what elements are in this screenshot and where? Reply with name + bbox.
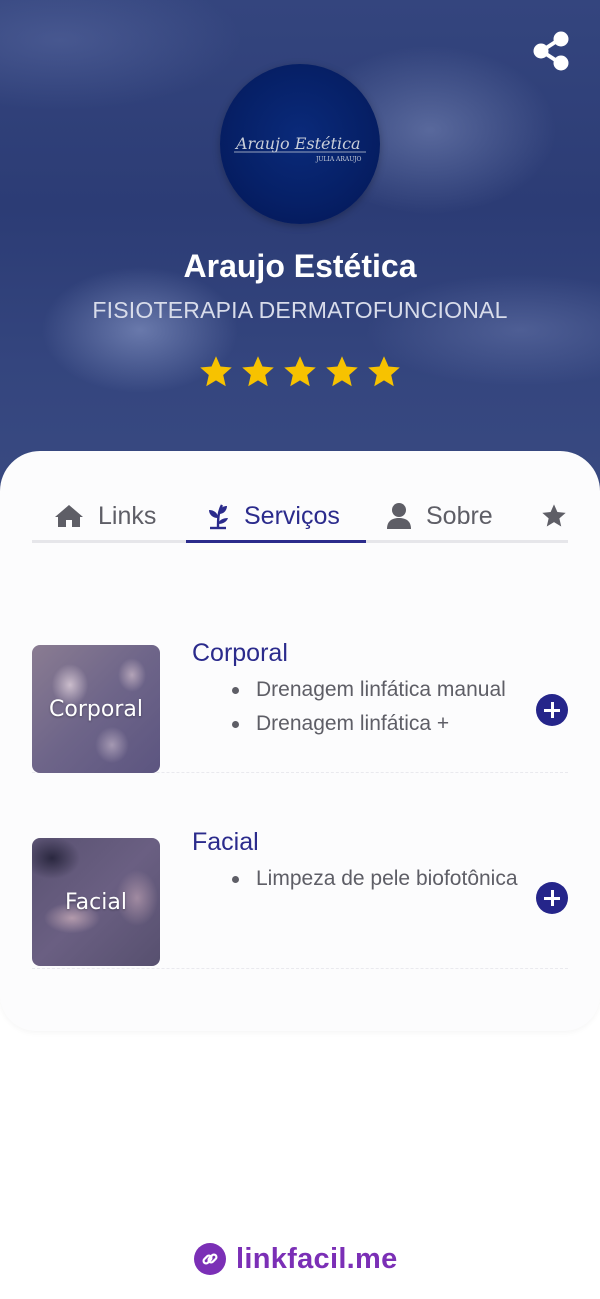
brand-logo: Araujo Estética JULIA ARAUJO xyxy=(234,134,366,163)
content-card: Links Serviços Sobre Corporal Corporal D… xyxy=(0,451,600,1031)
expand-button[interactable] xyxy=(536,882,568,914)
svg-text:JULIA ARAUJO: JULIA ARAUJO xyxy=(315,156,362,163)
service-list-item: Limpeza de pele biofotônica xyxy=(232,862,532,896)
chain-link-icon xyxy=(202,1253,218,1265)
expand-button[interactable] xyxy=(536,694,568,726)
service-thumbnail[interactable]: Facial xyxy=(32,838,160,966)
thumbnail-label: Facial xyxy=(65,889,127,915)
service-title: Corporal xyxy=(192,639,288,667)
share-button[interactable] xyxy=(531,30,573,72)
active-tab-indicator xyxy=(186,540,366,543)
leaf-icon xyxy=(209,504,228,530)
service-list-item: Drenagem linfática + xyxy=(232,707,532,741)
rating-star-icon xyxy=(284,356,316,387)
star-icon xyxy=(542,504,566,527)
hero-banner: Araujo Estética JULIA ARAUJO Araujo Esté… xyxy=(0,0,600,520)
tab-label: Sobre xyxy=(426,501,493,530)
service-list: Drenagem linfática manual Drenagem linfá… xyxy=(232,673,532,741)
link-icon xyxy=(194,1243,226,1275)
tab-reviews[interactable] xyxy=(540,491,582,541)
rating-star-icon xyxy=(200,356,232,387)
service-item: Corporal Corporal Drenagem linfática man… xyxy=(32,613,568,773)
tab-links[interactable]: Links xyxy=(54,491,156,541)
service-title: Facial xyxy=(192,828,259,856)
tab-label: Serviços xyxy=(244,501,340,530)
footer-brand: linkfacil.me xyxy=(236,1242,398,1275)
footer-brand-link[interactable]: linkfacil.me xyxy=(194,1241,398,1277)
user-icon xyxy=(387,503,411,529)
tab-label: Links xyxy=(98,501,157,530)
avatar: Araujo Estética JULIA ARAUJO xyxy=(220,64,380,224)
svg-text:Araujo Estética: Araujo Estética xyxy=(234,134,361,153)
rating-star-icon xyxy=(242,356,274,387)
page: Araujo Estética JULIA ARAUJO Araujo Esté… xyxy=(0,0,600,1299)
profile-subtitle: FISIOTERAPIA DERMATOFUNCIONAL xyxy=(92,297,508,323)
rating-star-icon xyxy=(326,356,358,387)
service-thumbnail[interactable]: Corporal xyxy=(32,645,160,773)
service-list-item: Drenagem linfática manual xyxy=(232,673,532,707)
tab-sobre[interactable]: Sobre xyxy=(386,491,493,541)
service-list: Limpeza de pele biofotônica xyxy=(232,862,532,896)
thumbnail-label: Corporal xyxy=(49,696,143,722)
share-icon xyxy=(533,31,569,71)
service-item: Facial Facial Limpeza de pele biofotônic… xyxy=(32,807,568,969)
home-icon xyxy=(55,505,83,527)
rating-stars xyxy=(198,354,402,390)
tab-servicos[interactable]: Serviços xyxy=(206,491,340,541)
tab-bar: Links Serviços Sobre xyxy=(32,491,568,543)
profile-name: Araujo Estética xyxy=(183,248,417,284)
rating-star-icon xyxy=(368,356,400,387)
